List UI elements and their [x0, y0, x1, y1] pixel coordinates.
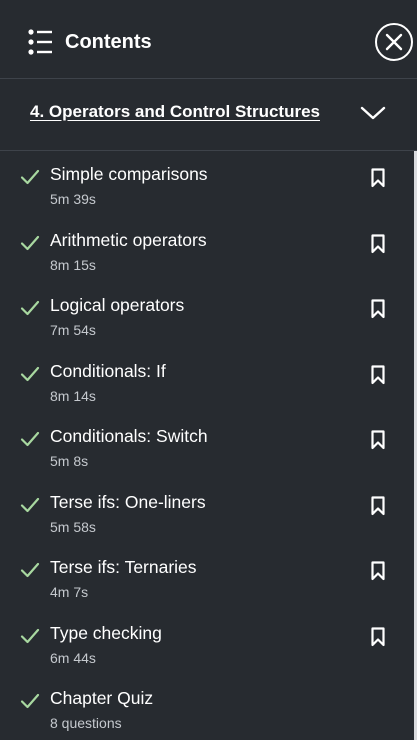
checkmark-icon — [20, 562, 40, 578]
bookmark-icon[interactable] — [370, 430, 386, 450]
contents-header: Contents — [0, 0, 417, 79]
list-item[interactable]: Logical operators 7m 54s — [0, 282, 417, 348]
bookmark-icon[interactable] — [370, 168, 386, 188]
section-title[interactable]: 4. Operators and Control Structures — [30, 101, 320, 123]
list-item-duration: 4m 7s — [50, 584, 89, 600]
list-item-duration: 7m 54s — [50, 322, 96, 338]
list-item-title[interactable]: Logical operators — [50, 294, 184, 316]
checkmark-icon — [20, 235, 40, 250]
checkmark-icon — [20, 300, 40, 316]
checkmark-icon — [20, 497, 40, 512]
list-item-duration: 6m 44s — [50, 649, 96, 666]
list-item-duration: 8m 15s — [50, 256, 96, 273]
checkmark-icon — [20, 169, 40, 185]
list-item-duration: 5m 8s — [50, 453, 89, 469]
list-item-duration: 5m 58s — [50, 518, 96, 535]
bookmark-icon[interactable] — [370, 495, 386, 516]
list-item-title[interactable]: Terse ifs: One-liners — [50, 491, 206, 513]
list-item-title[interactable]: Terse ifs: Ternaries — [50, 556, 197, 578]
close-button[interactable] — [375, 23, 413, 61]
list-item-title[interactable]: Simple comparisons — [50, 163, 208, 185]
list-item-duration: 8m 14s — [50, 387, 96, 404]
list-item-title[interactable]: Type checking — [50, 622, 162, 644]
list-item-title[interactable]: Arithmetic operators — [50, 229, 207, 251]
lesson-list: Simple comparisons 5m 39s Arithmetic ope… — [0, 151, 417, 740]
bookmark-icon[interactable] — [370, 561, 386, 581]
contents-panel: Contents 4. Operators and Control Struct… — [0, 0, 417, 740]
list-item-duration: 8 questions — [50, 715, 122, 731]
chevron-down-icon[interactable] — [360, 105, 386, 121]
list-item[interactable]: Chapter Quiz 8 questions — [0, 675, 417, 740]
list-item-title[interactable]: Chapter Quiz — [50, 687, 153, 709]
checkmark-icon — [20, 628, 40, 643]
list-item[interactable]: Type checking 6m 44s — [0, 610, 417, 676]
list-item[interactable]: Conditionals: Switch 5m 8s — [0, 413, 417, 479]
list-icon — [28, 29, 52, 55]
page-title: Contents — [65, 31, 152, 53]
list-item[interactable]: Arithmetic operators 8m 15s — [0, 217, 417, 283]
close-icon — [385, 33, 403, 51]
bookmark-icon[interactable] — [370, 233, 386, 254]
list-item[interactable]: Simple comparisons 5m 39s — [0, 151, 417, 217]
list-item[interactable]: Conditionals: If 8m 14s — [0, 348, 417, 414]
bookmark-icon[interactable] — [370, 626, 386, 647]
list-item-duration: 5m 39s — [50, 191, 96, 207]
bookmark-icon[interactable] — [370, 299, 386, 319]
list-item-title[interactable]: Conditionals: If — [50, 360, 166, 382]
checkmark-icon — [20, 693, 40, 709]
list-item[interactable]: Terse ifs: One-liners 5m 58s — [0, 479, 417, 545]
list-item-title[interactable]: Conditionals: Switch — [50, 425, 208, 447]
checkmark-icon — [20, 366, 40, 381]
section-header[interactable]: 4. Operators and Control Structures — [0, 79, 417, 151]
list-item[interactable]: Terse ifs: Ternaries 4m 7s — [0, 544, 417, 610]
bookmark-icon[interactable] — [370, 364, 386, 385]
checkmark-icon — [20, 431, 40, 447]
